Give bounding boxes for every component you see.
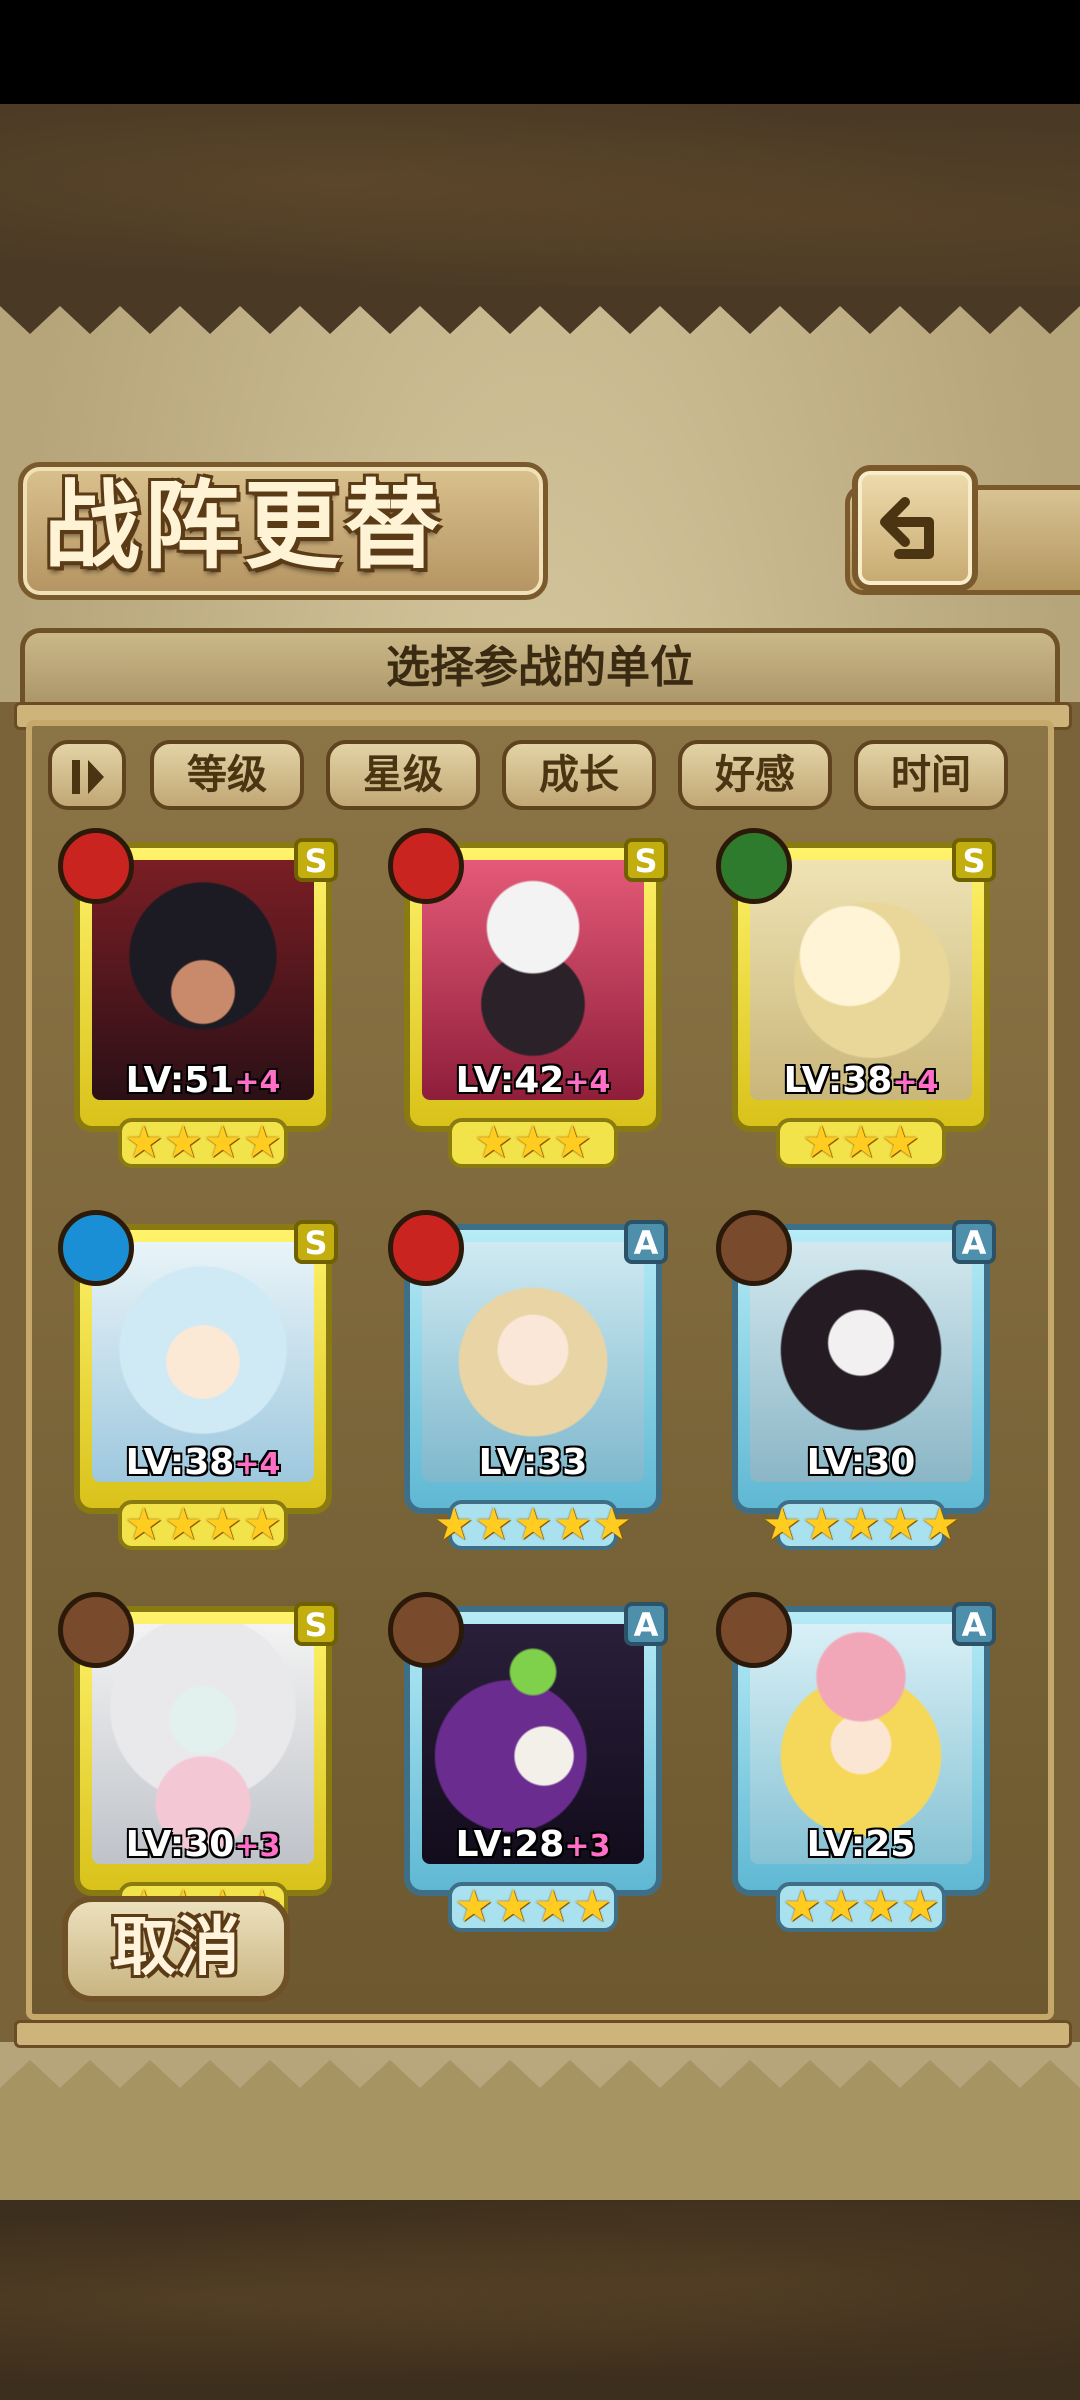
unit-card[interactable]: S LV:38+4 ★★★	[716, 828, 1006, 1173]
tab-affection[interactable]: 好感	[678, 740, 832, 810]
rank-badge: S	[952, 838, 996, 882]
sort-order-button[interactable]	[48, 740, 126, 810]
star-rating: ★★★★	[448, 1882, 618, 1932]
rank-badge: A	[624, 1602, 668, 1646]
earth-element-icon	[58, 1592, 134, 1668]
unit-card[interactable]: S LV:30+3 ★★★★	[58, 1592, 348, 1937]
cancel-button[interactable]: 取消	[62, 1896, 290, 2002]
fire-element-icon	[388, 1210, 464, 1286]
rank-badge: S	[294, 838, 338, 882]
star-rating: ★★★★	[118, 1500, 288, 1550]
level-label: LV:30	[806, 1442, 916, 1483]
star-rating: ★★★	[448, 1118, 618, 1168]
status-bar	[0, 0, 1080, 104]
rank-badge: S	[294, 1220, 338, 1264]
parchment-bottom	[0, 2100, 1080, 2200]
panel-subtitle: 选择参战的单位	[386, 642, 694, 693]
unit-card[interactable]: S LV:42+4 ★★★	[388, 828, 678, 1173]
unit-card[interactable]: S LV:51+4 ★★★★	[58, 828, 348, 1173]
rank-badge: S	[624, 838, 668, 882]
star-rating: ★★★★★	[434, 1499, 632, 1550]
unit-card[interactable]: A LV:25 ★★★★	[716, 1592, 1006, 1937]
zigzag-edge-top	[0, 286, 1080, 334]
star-rating: ★★★★★	[762, 1499, 960, 1550]
wood-element-icon	[716, 828, 792, 904]
map-background-top	[0, 104, 1080, 294]
level-label: LV:42+4	[455, 1060, 611, 1101]
fire-element-icon	[388, 828, 464, 904]
level-label: LV:25	[806, 1824, 916, 1865]
star-rating: ★★★★	[118, 1118, 288, 1168]
earth-element-icon	[716, 1210, 792, 1286]
tab-stars[interactable]: 星级	[326, 740, 480, 810]
tab-level[interactable]: 等级	[150, 740, 304, 810]
level-label: LV:51+4	[125, 1060, 281, 1101]
tab-time[interactable]: 时间	[854, 740, 1008, 810]
unit-card[interactable]: A LV:28+3 ★★★★	[388, 1592, 678, 1937]
unit-card[interactable]: S LV:38+4 ★★★★	[58, 1210, 348, 1555]
fire-element-icon	[58, 828, 134, 904]
earth-element-icon	[388, 1592, 464, 1668]
tab-growth[interactable]: 成长	[502, 740, 656, 810]
water-element-icon	[58, 1210, 134, 1286]
earth-element-icon	[716, 1592, 792, 1668]
unit-card[interactable]: A LV:33 ★★★★★	[388, 1210, 678, 1555]
rank-badge: S	[294, 1602, 338, 1646]
back-button[interactable]	[852, 465, 978, 591]
level-label: LV:33	[478, 1442, 588, 1483]
page-title: 战阵更替	[44, 469, 444, 582]
rank-badge: A	[952, 1602, 996, 1646]
return-arrow-icon	[880, 497, 934, 559]
level-label: LV:38+4	[783, 1060, 939, 1101]
map-background-bottom	[0, 2200, 1080, 2400]
level-label: LV:30+3	[125, 1824, 281, 1865]
rank-badge: A	[952, 1220, 996, 1264]
zigzag-edge-bottom	[0, 2060, 1080, 2108]
rank-badge: A	[624, 1220, 668, 1264]
level-label: LV:38+4	[125, 1442, 281, 1483]
sort-toggle-icon	[72, 760, 104, 794]
star-rating: ★★★★	[776, 1882, 946, 1932]
panel-rail-bottom	[14, 2020, 1072, 2048]
level-label: LV:28+3	[455, 1824, 611, 1865]
unit-card[interactable]: A LV:30 ★★★★★	[716, 1210, 1006, 1555]
star-rating: ★★★	[776, 1118, 946, 1168]
